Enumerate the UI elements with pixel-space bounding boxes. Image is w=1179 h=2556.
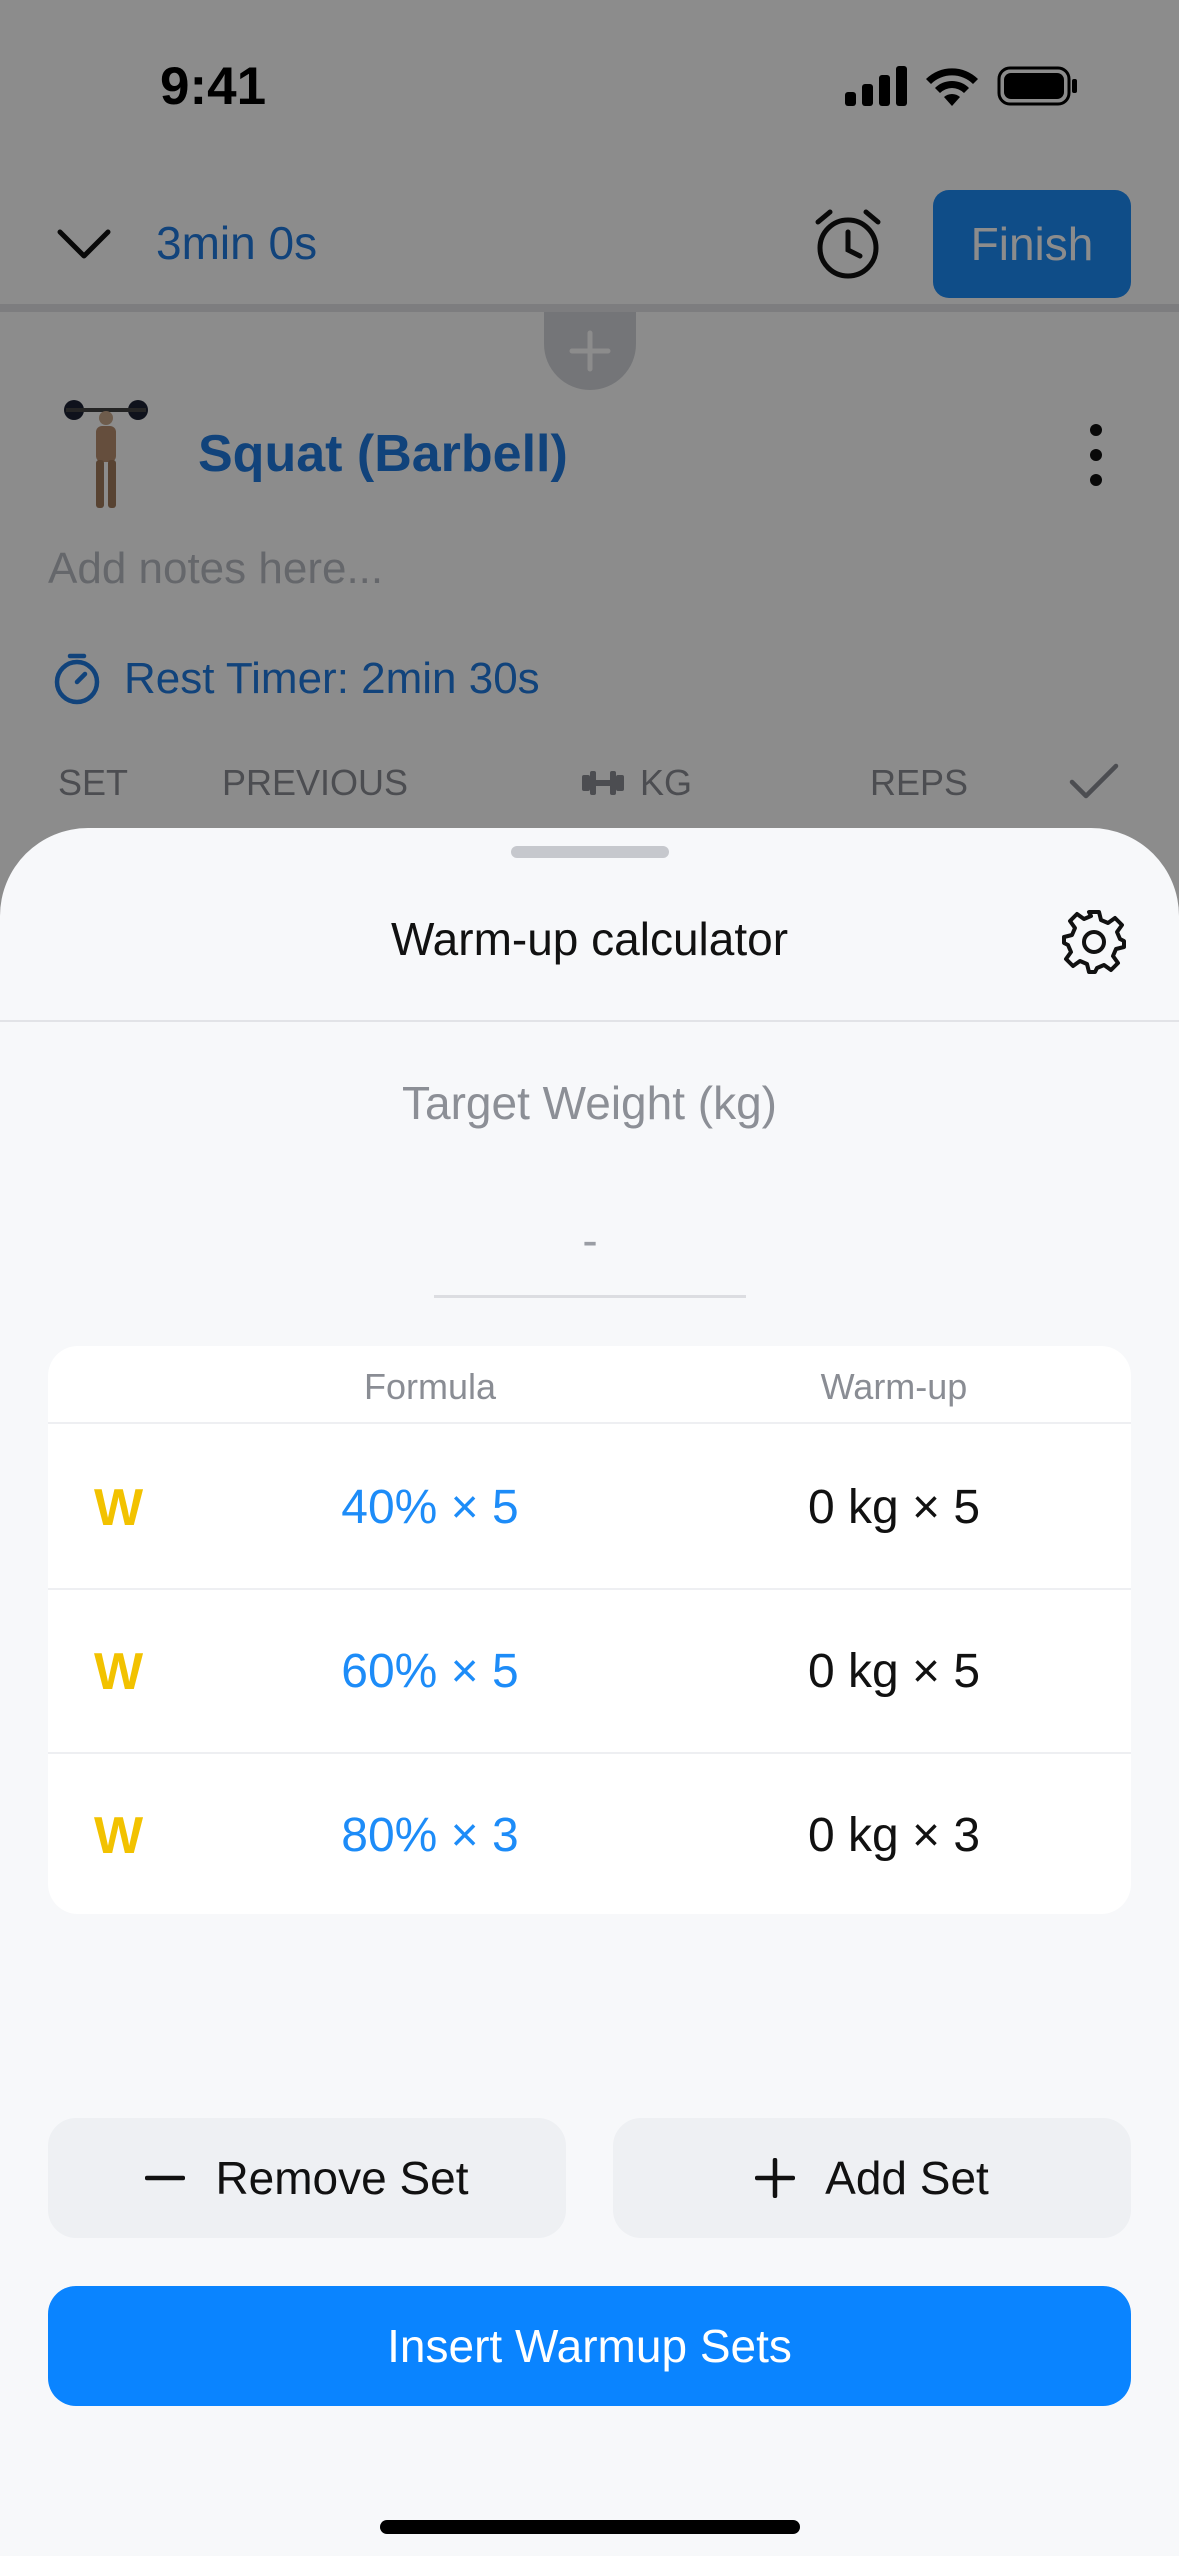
target-weight-label: Target Weight (kg) [402, 1077, 777, 1129]
warmup-table-header: Formula Warm-up [48, 1346, 1131, 1424]
warmup-row[interactable]: W 60% × 5 0 kg × 5 [48, 1590, 1131, 1754]
warmup-formula[interactable]: 40% × 5 [232, 1480, 628, 1535]
warmup-row[interactable]: W 80% × 3 0 kg × 3 [48, 1754, 1131, 1914]
warmup-calculator-sheet: Warm-up calculator Target Weight (kg) - … [0, 828, 1179, 2556]
warmup-header: Warm-up [820, 1366, 968, 1407]
add-set-label: Add Set [825, 2152, 989, 2204]
insert-warmup-sets-button[interactable]: Insert Warmup Sets [48, 2286, 1131, 2406]
minus-icon [145, 2175, 186, 2181]
warmup-row[interactable]: W 40% × 5 0 kg × 5 [48, 1426, 1131, 1590]
formula-header: Formula [363, 1366, 497, 1407]
remove-set-label: Remove Set [215, 2152, 469, 2204]
home-indicator [380, 2520, 800, 2534]
remove-set-button[interactable]: Remove Set [48, 2118, 566, 2238]
target-weight-input[interactable]: - [434, 1200, 746, 1298]
plus-icon [755, 2158, 796, 2198]
gear-icon[interactable] [1060, 908, 1128, 976]
warmup-set-marker: W [94, 1643, 144, 1701]
sheet-title: Warm-up calculator [390, 913, 789, 965]
warmup-set-marker: W [94, 1807, 144, 1865]
warmup-set-marker: W [94, 1479, 144, 1537]
sheet-grabber[interactable] [511, 846, 669, 858]
warmup-table: Formula Warm-up W 40% × 5 0 kg × 5 W 60%… [48, 1346, 1131, 1914]
warmup-formula[interactable]: 60% × 5 [232, 1644, 628, 1699]
warmup-formula[interactable]: 80% × 3 [232, 1808, 628, 1863]
warmup-result: 0 kg × 3 [807, 1809, 981, 1862]
sheet-divider [0, 1020, 1179, 1022]
add-set-button[interactable]: Add Set [613, 2118, 1131, 2238]
warmup-result: 0 kg × 5 [807, 1645, 981, 1698]
warmup-result: 0 kg × 5 [807, 1481, 981, 1534]
